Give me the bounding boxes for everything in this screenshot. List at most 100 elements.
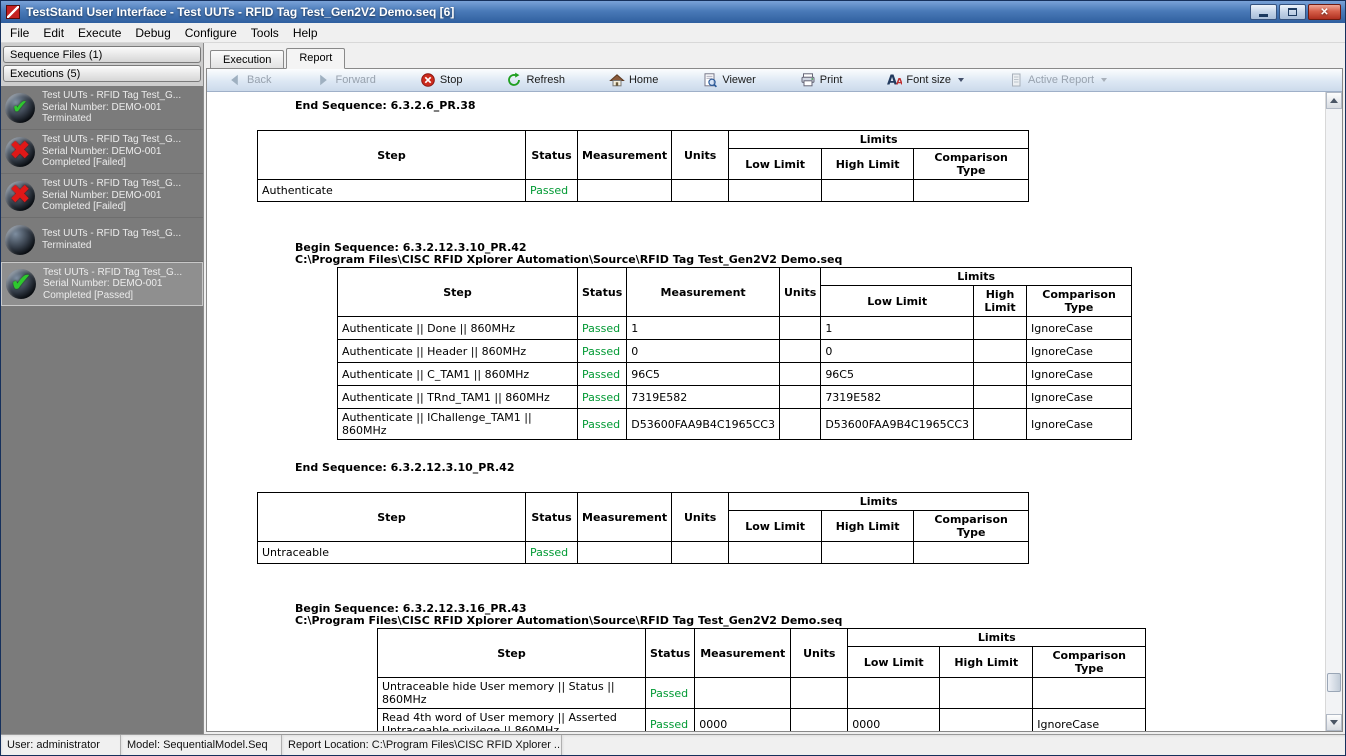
vertical-scrollbar[interactable] [1325, 92, 1342, 731]
high-limit-cell [940, 678, 1033, 709]
menu-file[interactable]: File [3, 24, 36, 42]
menu-execute[interactable]: Execute [71, 24, 128, 42]
report-toolbar: Back Forward Stop [207, 69, 1342, 92]
menu-tools[interactable]: Tools [244, 24, 286, 42]
scroll-down-button[interactable] [1326, 714, 1342, 731]
step-cell: Authenticate || IChallenge_TAM1 || 860MH… [338, 409, 578, 440]
app-window: TestStand User Interface - Test UUTs - R… [0, 0, 1346, 756]
comparison-cell [914, 542, 1029, 564]
status-cell: Passed [578, 340, 627, 363]
tab-execution[interactable]: Execution [210, 50, 284, 68]
terminated-icon [5, 225, 35, 255]
step-cell: Authenticate || Done || 860MHz [338, 317, 578, 340]
status-report-location: Report Location: C:\Program Files\CISC R… [282, 735, 562, 755]
high-limit-cell [974, 317, 1027, 340]
status-cell: Passed [526, 180, 578, 202]
status-bar: User: administrator Model: SequentialMod… [1, 734, 1345, 755]
column-header: Units [779, 268, 820, 317]
window-title: TestStand User Interface - Test UUTs - R… [26, 5, 1250, 19]
column-header: Measurement [627, 268, 780, 317]
app-icon [6, 5, 20, 19]
font-size-button[interactable]: A A Font size [886, 72, 964, 88]
low-limit-cell [729, 542, 822, 564]
units-cell [672, 542, 729, 564]
back-button[interactable]: Back [227, 72, 271, 88]
close-button[interactable]: ✕ [1308, 4, 1341, 20]
print-button[interactable]: Print [800, 72, 843, 88]
column-header: Measurement [578, 131, 672, 180]
stop-button[interactable]: Stop [420, 72, 463, 88]
measurement-cell: 96C5 [627, 363, 780, 386]
window-controls: ✕ [1250, 4, 1341, 20]
title-bar[interactable]: TestStand User Interface - Test UUTs - R… [1, 1, 1345, 23]
column-header: Status [526, 131, 578, 180]
maximize-button[interactable] [1279, 4, 1306, 20]
execution-item-selected[interactable]: ✔ Test UUTs - RFID Tag Test_G... Serial … [1, 262, 203, 306]
executions-header[interactable]: Executions (5) [3, 65, 201, 82]
menu-help[interactable]: Help [286, 24, 325, 42]
column-header: High Limit [974, 286, 1027, 317]
comparison-cell: IgnoreCase [1027, 317, 1132, 340]
status-cell: Passed [646, 709, 695, 732]
status-cell: Passed [526, 542, 578, 564]
high-limit-cell [974, 340, 1027, 363]
column-header: Limits [848, 629, 1146, 647]
section-heading: Begin Sequence: 6.3.2.12.3.10_PR.42 [295, 242, 1325, 253]
comparison-cell: IgnoreCase [1027, 409, 1132, 440]
scrollbar-track[interactable] [1326, 109, 1342, 714]
measurement-cell: 1 [627, 317, 780, 340]
execution-item[interactable]: ✔ Test UUTs - RFID Tag Test_G... Serial … [1, 86, 203, 130]
status-spacer [562, 735, 1345, 755]
table-row: Untraceable Passed [258, 542, 1029, 564]
forward-icon [315, 72, 331, 88]
menu-debug[interactable]: Debug [128, 24, 177, 42]
measurement-cell: 7319E582 [627, 386, 780, 409]
low-limit-cell: 0000 [848, 709, 940, 732]
menu-edit[interactable]: Edit [36, 24, 71, 42]
column-header: Low Limit [848, 647, 940, 678]
step-cell: Untraceable [258, 542, 526, 564]
column-header: Step [258, 131, 526, 180]
low-limit-cell: 7319E582 [821, 386, 974, 409]
execution-title: Test UUTs - RFID Tag Test_G... [42, 134, 181, 146]
executions-list: ✔ Test UUTs - RFID Tag Test_G... Serial … [1, 86, 203, 734]
scroll-up-button[interactable] [1326, 92, 1342, 109]
execution-status: Terminated [42, 113, 181, 125]
column-header: Comparison Type [914, 511, 1029, 542]
execution-item[interactable]: ✖ Test UUTs - RFID Tag Test_G... Serial … [1, 174, 203, 218]
column-header: Status [526, 493, 578, 542]
scrollbar-thumb[interactable] [1327, 673, 1341, 692]
refresh-icon [506, 72, 522, 88]
stop-icon [420, 72, 436, 88]
minimize-button[interactable] [1250, 4, 1277, 20]
high-limit-cell [822, 180, 914, 202]
units-cell [779, 409, 820, 440]
viewer-button[interactable]: Viewer [702, 72, 755, 88]
column-header: Units [791, 629, 848, 678]
execution-item[interactable]: Test UUTs - RFID Tag Test_G... Terminate… [1, 218, 203, 262]
tab-report[interactable]: Report [286, 48, 345, 69]
status-cell: Passed [578, 317, 627, 340]
menu-configure[interactable]: Configure [178, 24, 244, 42]
section-heading: End Sequence: 6.3.2.6_PR.38 [295, 100, 1325, 111]
column-header: High Limit [940, 647, 1033, 678]
units-cell [791, 678, 848, 709]
low-limit-cell: 1 [821, 317, 974, 340]
passed-icon: ✔ [6, 269, 36, 299]
comparison-cell [1033, 678, 1146, 709]
column-header: Limits [729, 131, 1029, 149]
column-header: Status [578, 268, 627, 317]
execution-serial: Serial Number: DEMO-001 [42, 102, 181, 114]
result-table: Step Status Measurement Units Limits Low… [257, 130, 1029, 202]
table-row: Authenticate || Done || 860MHz Passed 1 … [338, 317, 1132, 340]
forward-button[interactable]: Forward [315, 72, 375, 88]
sequence-files-header[interactable]: Sequence Files (1) [3, 46, 201, 63]
low-limit-cell: 0 [821, 340, 974, 363]
low-limit-cell: 96C5 [821, 363, 974, 386]
active-report-button[interactable]: Active Report [1008, 72, 1107, 88]
home-button[interactable]: Home [609, 72, 658, 88]
execution-item[interactable]: ✖ Test UUTs - RFID Tag Test_G... Serial … [1, 130, 203, 174]
refresh-button[interactable]: Refresh [506, 72, 565, 88]
execution-title: Test UUTs - RFID Tag Test_G... [42, 228, 181, 240]
high-limit-cell [940, 709, 1033, 732]
